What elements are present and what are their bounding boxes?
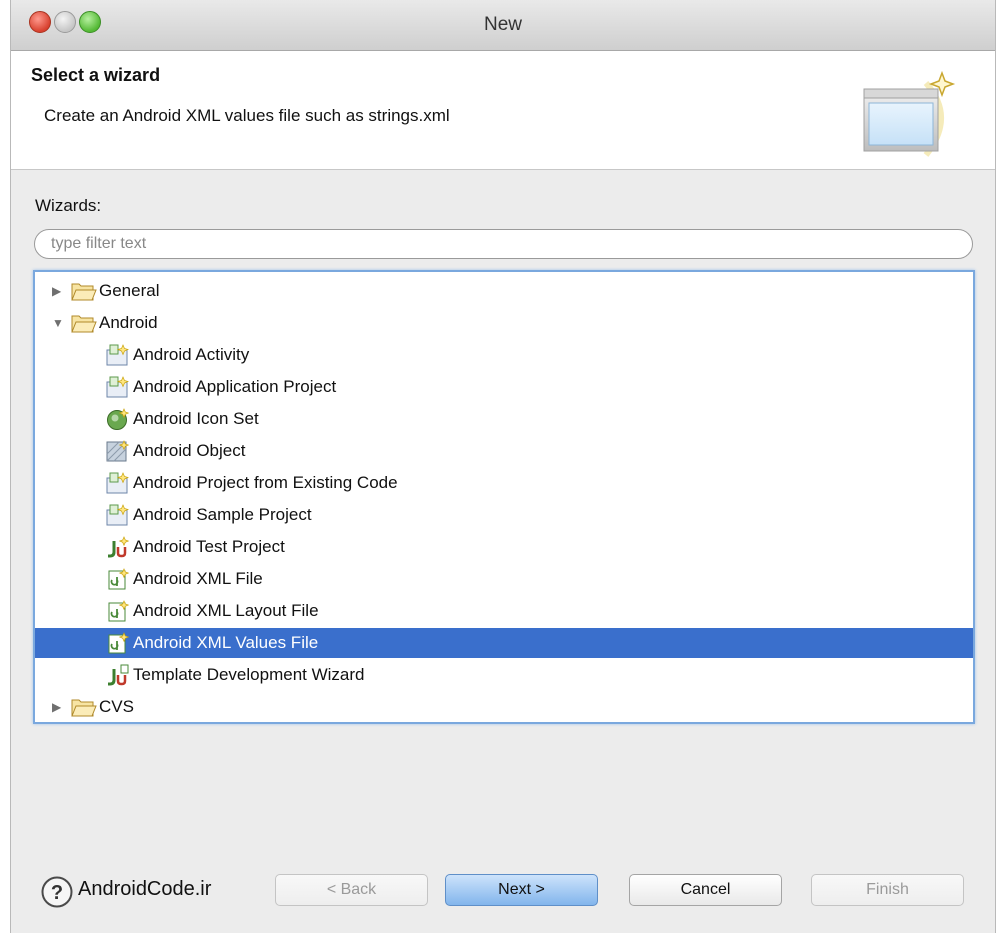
- collapse-arrow-icon[interactable]: ▼: [52, 317, 64, 329]
- tree-item-android-sample-project[interactable]: Android Sample Project: [35, 500, 973, 530]
- android-project-icon: [106, 376, 130, 398]
- android-project-icon: [106, 504, 130, 526]
- header-description: Create an Android XML values file such a…: [44, 106, 450, 125]
- tree-item-label: Android XML Values File: [133, 633, 319, 652]
- android-xml-icon: [108, 632, 130, 654]
- svg-text:?: ?: [51, 882, 63, 904]
- next-button[interactable]: Next >: [445, 874, 598, 906]
- tree-item-android-xml-layout-file[interactable]: Android XML Layout File: [35, 596, 973, 626]
- tree-item-label: CVS: [99, 697, 134, 716]
- tree-item-android-test-project[interactable]: Android Test Project: [35, 532, 973, 562]
- android-project-icon: [106, 344, 130, 366]
- tree-item-label: Android Application Project: [133, 377, 337, 396]
- tree-item-label: Android Sample Project: [133, 505, 312, 524]
- cancel-button[interactable]: Cancel: [629, 874, 782, 906]
- tree-item-label: Android XML File: [133, 569, 263, 588]
- tree-item-android-icon-set[interactable]: Android Icon Set: [35, 404, 973, 434]
- tree-item-label: Android Object: [133, 441, 246, 460]
- tree-item-label: Android: [99, 313, 158, 332]
- folder-icon: [71, 283, 97, 301]
- tree-item-android-object[interactable]: Android Object: [35, 436, 973, 466]
- android-icon-set-icon: [107, 408, 130, 430]
- expand-arrow-icon[interactable]: ▶: [52, 701, 64, 713]
- expand-arrow-icon[interactable]: ▶: [52, 285, 64, 297]
- wizard-tree[interactable]: ▶ General ▼ Android Android Activity And…: [33, 270, 975, 724]
- tree-item-general[interactable]: ▶ General: [35, 276, 973, 306]
- help-icon[interactable]: ?: [41, 876, 73, 908]
- wizard-header: Select a wizard Create an Android XML va…: [11, 51, 995, 170]
- folder-open-icon: [71, 315, 97, 333]
- android-project-icon: [106, 472, 130, 494]
- back-button[interactable]: < Back: [275, 874, 428, 906]
- tree-item-label: Android Icon Set: [133, 409, 259, 428]
- brand-watermark: AndroidCode.ir: [78, 878, 212, 900]
- folder-icon: [71, 699, 97, 717]
- tree-item-label: Android Project from Existing Code: [133, 473, 398, 492]
- tree-item-label: Template Development Wizard: [133, 665, 365, 684]
- tree-item-android-application-project[interactable]: Android Application Project: [35, 372, 973, 402]
- title-bar[interactable]: New: [11, 0, 995, 51]
- tree-item-label: Android Test Project: [133, 537, 285, 556]
- tree-item-label: General: [99, 281, 160, 300]
- junit-icon: [108, 536, 130, 558]
- tree-item-label: Android Activity: [133, 345, 250, 364]
- wizard-banner-icon: [863, 70, 956, 157]
- tree-item-label: Android XML Layout File: [133, 601, 319, 620]
- finish-button[interactable]: Finish: [811, 874, 964, 906]
- header-title: Select a wizard: [31, 65, 161, 85]
- android-xml-icon: [108, 568, 130, 590]
- tree-item-android-xml-file[interactable]: Android XML File: [35, 564, 973, 594]
- new-wizard-dialog: New Select a wizard Create an Android XM…: [10, 0, 996, 933]
- filter-input[interactable]: [34, 229, 973, 259]
- junit-icon: [108, 664, 129, 686]
- wizards-label: Wizards:: [35, 196, 102, 215]
- android-object-icon: [106, 440, 130, 462]
- tree-item-android-activity[interactable]: Android Activity: [35, 340, 973, 370]
- tree-item-android[interactable]: ▼ Android: [35, 308, 973, 338]
- tree-item-template-development-wizard[interactable]: Template Development Wizard: [35, 660, 973, 690]
- window-title: New: [483, 14, 522, 35]
- tree-item-android-project-existing-code[interactable]: Android Project from Existing Code: [35, 468, 973, 498]
- tree-item-cvs[interactable]: ▶ CVS: [35, 692, 973, 722]
- tree-item-android-xml-values-file[interactable]: Android XML Values File: [35, 628, 973, 658]
- android-xml-icon: [108, 600, 130, 622]
